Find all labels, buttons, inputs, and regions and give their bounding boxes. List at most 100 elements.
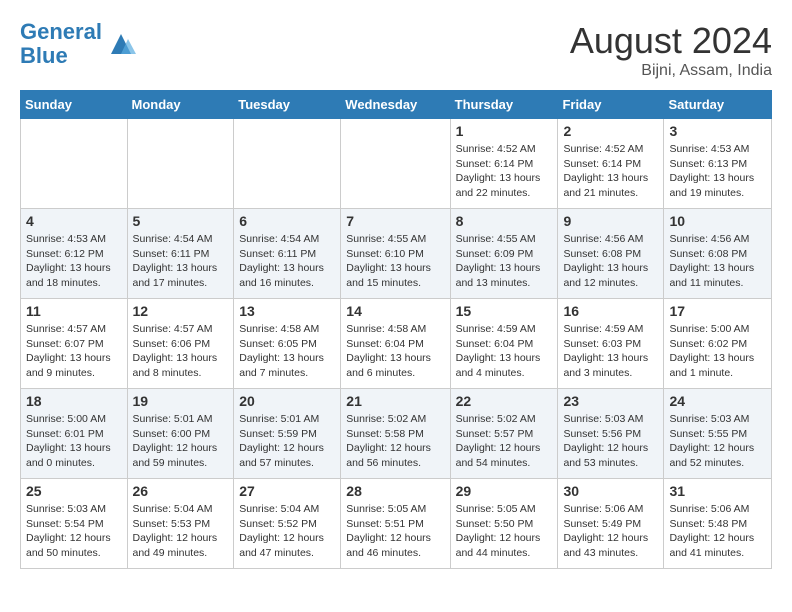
- day-info: Sunrise: 5:04 AM Sunset: 5:52 PM Dayligh…: [239, 502, 335, 561]
- day-info: Sunrise: 5:01 AM Sunset: 5:59 PM Dayligh…: [239, 412, 335, 471]
- week-row-2: 4Sunrise: 4:53 AM Sunset: 6:12 PM Daylig…: [21, 209, 772, 299]
- calendar-cell: 21Sunrise: 5:02 AM Sunset: 5:58 PM Dayli…: [341, 389, 450, 479]
- calendar-cell: 24 Sunrise: 5:03 AM Sunset: 5:55 PM Dayli…: [664, 389, 772, 479]
- day-info: Sunrise: 4:54 AM Sunset: 6:11 PM Dayligh…: [133, 232, 229, 291]
- calendar-cell: [127, 119, 234, 209]
- day-info: Sunrise: 5:06 AM Sunset: 5:49 PM Dayligh…: [563, 502, 658, 561]
- calendar-cell: [234, 119, 341, 209]
- calendar-cell: 1 Sunrise: 4:52 AM Sunset: 6:14 PM Daylig…: [450, 119, 558, 209]
- calendar-cell: 12 Sunrise: 4:57 AM Sunset: 6:06 PM Dayli…: [127, 299, 234, 389]
- day-info: Sunrise: 5:05 AM Sunset: 5:51 PM Dayligh…: [346, 502, 444, 561]
- day-number: 2: [563, 123, 658, 139]
- day-number: 16: [563, 303, 658, 319]
- day-number: 1: [456, 123, 553, 139]
- day-info: Sunrise: 5:03 AM Sunset: 5:54 PM Dayligh…: [26, 502, 122, 561]
- day-number: 9: [563, 213, 658, 229]
- calendar-cell: [21, 119, 128, 209]
- calendar-cell: 20 Sunrise: 5:01 AM Sunset: 5:59 PM Dayli…: [234, 389, 341, 479]
- day-info: Sunrise: 4:54 AM Sunset: 6:11 PM Dayligh…: [239, 232, 335, 291]
- day-info: Sunrise: 4:52 AM Sunset: 6:14 PM Dayligh…: [563, 142, 658, 201]
- day-info: Sunrise: 4:58 AM Sunset: 6:04 PM Dayligh…: [346, 322, 444, 381]
- day-info: Sunrise: 4:56 AM Sunset: 6:08 PM Dayligh…: [563, 232, 658, 291]
- day-info: Sunrise: 5:03 AM Sunset: 5:56 PM Dayligh…: [563, 412, 658, 471]
- calendar-cell: 23 Sunrise: 5:03 AM Sunset: 5:56 PM Dayli…: [558, 389, 664, 479]
- day-number: 22: [456, 393, 553, 409]
- weekday-header-sunday: Sunday: [21, 91, 128, 119]
- day-info: Sunrise: 4:52 AM Sunset: 6:14 PM Dayligh…: [456, 142, 553, 201]
- week-row-1: 1 Sunrise: 4:52 AM Sunset: 6:14 PM Daylig…: [21, 119, 772, 209]
- day-number: 11: [26, 303, 122, 319]
- day-info: Sunrise: 4:53 AM Sunset: 6:12 PM Dayligh…: [26, 232, 122, 291]
- day-info: Sunrise: 4:59 AM Sunset: 6:03 PM Dayligh…: [563, 322, 658, 381]
- calendar-cell: 18 Sunrise: 5:00 AM Sunset: 6:01 PM Dayli…: [21, 389, 128, 479]
- day-info: Sunrise: 5:06 AM Sunset: 5:48 PM Dayligh…: [669, 502, 766, 561]
- day-info: Sunrise: 5:00 AM Sunset: 6:01 PM Dayligh…: [26, 412, 122, 471]
- logo-line2: Blue: [20, 43, 68, 68]
- calendar-cell: 3 Sunrise: 4:53 AM Sunset: 6:13 PM Daylig…: [664, 119, 772, 209]
- calendar-cell: 8 Sunrise: 4:55 AM Sunset: 6:09 PM Daylig…: [450, 209, 558, 299]
- weekday-header-row: SundayMondayTuesdayWednesdayThursdayFrid…: [21, 91, 772, 119]
- day-number: 5: [133, 213, 229, 229]
- weekday-header-tuesday: Tuesday: [234, 91, 341, 119]
- weekday-header-wednesday: Wednesday: [341, 91, 450, 119]
- day-number: 24: [669, 393, 766, 409]
- day-info: Sunrise: 4:56 AM Sunset: 6:08 PM Dayligh…: [669, 232, 766, 291]
- week-row-3: 11 Sunrise: 4:57 AM Sunset: 6:07 PM Dayli…: [21, 299, 772, 389]
- day-number: 20: [239, 393, 335, 409]
- day-number: 15: [456, 303, 553, 319]
- calendar-cell: 14 Sunrise: 4:58 AM Sunset: 6:04 PM Dayli…: [341, 299, 450, 389]
- day-number: 28: [346, 483, 444, 499]
- day-number: 23: [563, 393, 658, 409]
- day-info: Sunrise: 4:55 AM Sunset: 6:09 PM Dayligh…: [456, 232, 553, 291]
- calendar-cell: 11 Sunrise: 4:57 AM Sunset: 6:07 PM Dayli…: [21, 299, 128, 389]
- day-number: 30: [563, 483, 658, 499]
- calendar-cell: 27 Sunrise: 5:04 AM Sunset: 5:52 PM Dayli…: [234, 479, 341, 569]
- title-block: August 2024 Bijni, Assam, India: [570, 20, 772, 80]
- day-info: Sunrise: 5:03 AM Sunset: 5:55 PM Dayligh…: [669, 412, 766, 471]
- calendar-cell: 5 Sunrise: 4:54 AM Sunset: 6:11 PM Daylig…: [127, 209, 234, 299]
- day-number: 17: [669, 303, 766, 319]
- calendar-cell: 6 Sunrise: 4:54 AM Sunset: 6:11 PM Daylig…: [234, 209, 341, 299]
- day-number: 26: [133, 483, 229, 499]
- day-info: Sunrise: 5:00 AM Sunset: 6:02 PM Dayligh…: [669, 322, 766, 381]
- day-number: 31: [669, 483, 766, 499]
- day-info: Sunrise: 4:58 AM Sunset: 6:05 PM Dayligh…: [239, 322, 335, 381]
- day-number: 3: [669, 123, 766, 139]
- calendar-cell: 2 Sunrise: 4:52 AM Sunset: 6:14 PM Daylig…: [558, 119, 664, 209]
- day-number: 13: [239, 303, 335, 319]
- calendar-cell: 7 Sunrise: 4:55 AM Sunset: 6:10 PM Daylig…: [341, 209, 450, 299]
- day-info: Sunrise: 4:57 AM Sunset: 6:07 PM Dayligh…: [26, 322, 122, 381]
- day-number: 6: [239, 213, 335, 229]
- day-number: 10: [669, 213, 766, 229]
- logo-icon: [106, 29, 136, 59]
- day-info: Sunrise: 4:57 AM Sunset: 6:06 PM Dayligh…: [133, 322, 229, 381]
- day-number: 12: [133, 303, 229, 319]
- logo: General Blue: [20, 20, 136, 68]
- week-row-4: 18 Sunrise: 5:00 AM Sunset: 6:01 PM Dayli…: [21, 389, 772, 479]
- calendar-cell: 30 Sunrise: 5:06 AM Sunset: 5:49 PM Dayli…: [558, 479, 664, 569]
- day-info: Sunrise: 5:02 AM Sunset: 5:57 PM Dayligh…: [456, 412, 553, 471]
- weekday-header-thursday: Thursday: [450, 91, 558, 119]
- day-number: 27: [239, 483, 335, 499]
- day-number: 8: [456, 213, 553, 229]
- calendar-cell: 16 Sunrise: 4:59 AM Sunset: 6:03 PM Dayli…: [558, 299, 664, 389]
- day-info: Sunrise: 5:01 AM Sunset: 6:00 PM Dayligh…: [133, 412, 229, 471]
- calendar-cell: 25Sunrise: 5:03 AM Sunset: 5:54 PM Dayli…: [21, 479, 128, 569]
- calendar-cell: 19Sunrise: 5:01 AM Sunset: 6:00 PM Dayli…: [127, 389, 234, 479]
- day-info: Sunrise: 5:05 AM Sunset: 5:50 PM Dayligh…: [456, 502, 553, 561]
- day-number: 18: [26, 393, 122, 409]
- day-number: 7: [346, 213, 444, 229]
- day-info: Sunrise: 5:04 AM Sunset: 5:53 PM Dayligh…: [133, 502, 229, 561]
- page-header: General Blue August 2024 Bijni, Assam, I…: [20, 20, 772, 80]
- day-info: Sunrise: 4:59 AM Sunset: 6:04 PM Dayligh…: [456, 322, 553, 381]
- calendar-cell: 4Sunrise: 4:53 AM Sunset: 6:12 PM Daylig…: [21, 209, 128, 299]
- day-number: 14: [346, 303, 444, 319]
- day-info: Sunrise: 4:55 AM Sunset: 6:10 PM Dayligh…: [346, 232, 444, 291]
- logo-line1: General: [20, 19, 102, 44]
- calendar-cell: 28 Sunrise: 5:05 AM Sunset: 5:51 PM Dayli…: [341, 479, 450, 569]
- day-number: 21: [346, 393, 444, 409]
- logo-text: General Blue: [20, 20, 102, 68]
- calendar-cell: 29Sunrise: 5:05 AM Sunset: 5:50 PM Dayli…: [450, 479, 558, 569]
- day-info: Sunrise: 4:53 AM Sunset: 6:13 PM Dayligh…: [669, 142, 766, 201]
- calendar-cell: 9 Sunrise: 4:56 AM Sunset: 6:08 PM Daylig…: [558, 209, 664, 299]
